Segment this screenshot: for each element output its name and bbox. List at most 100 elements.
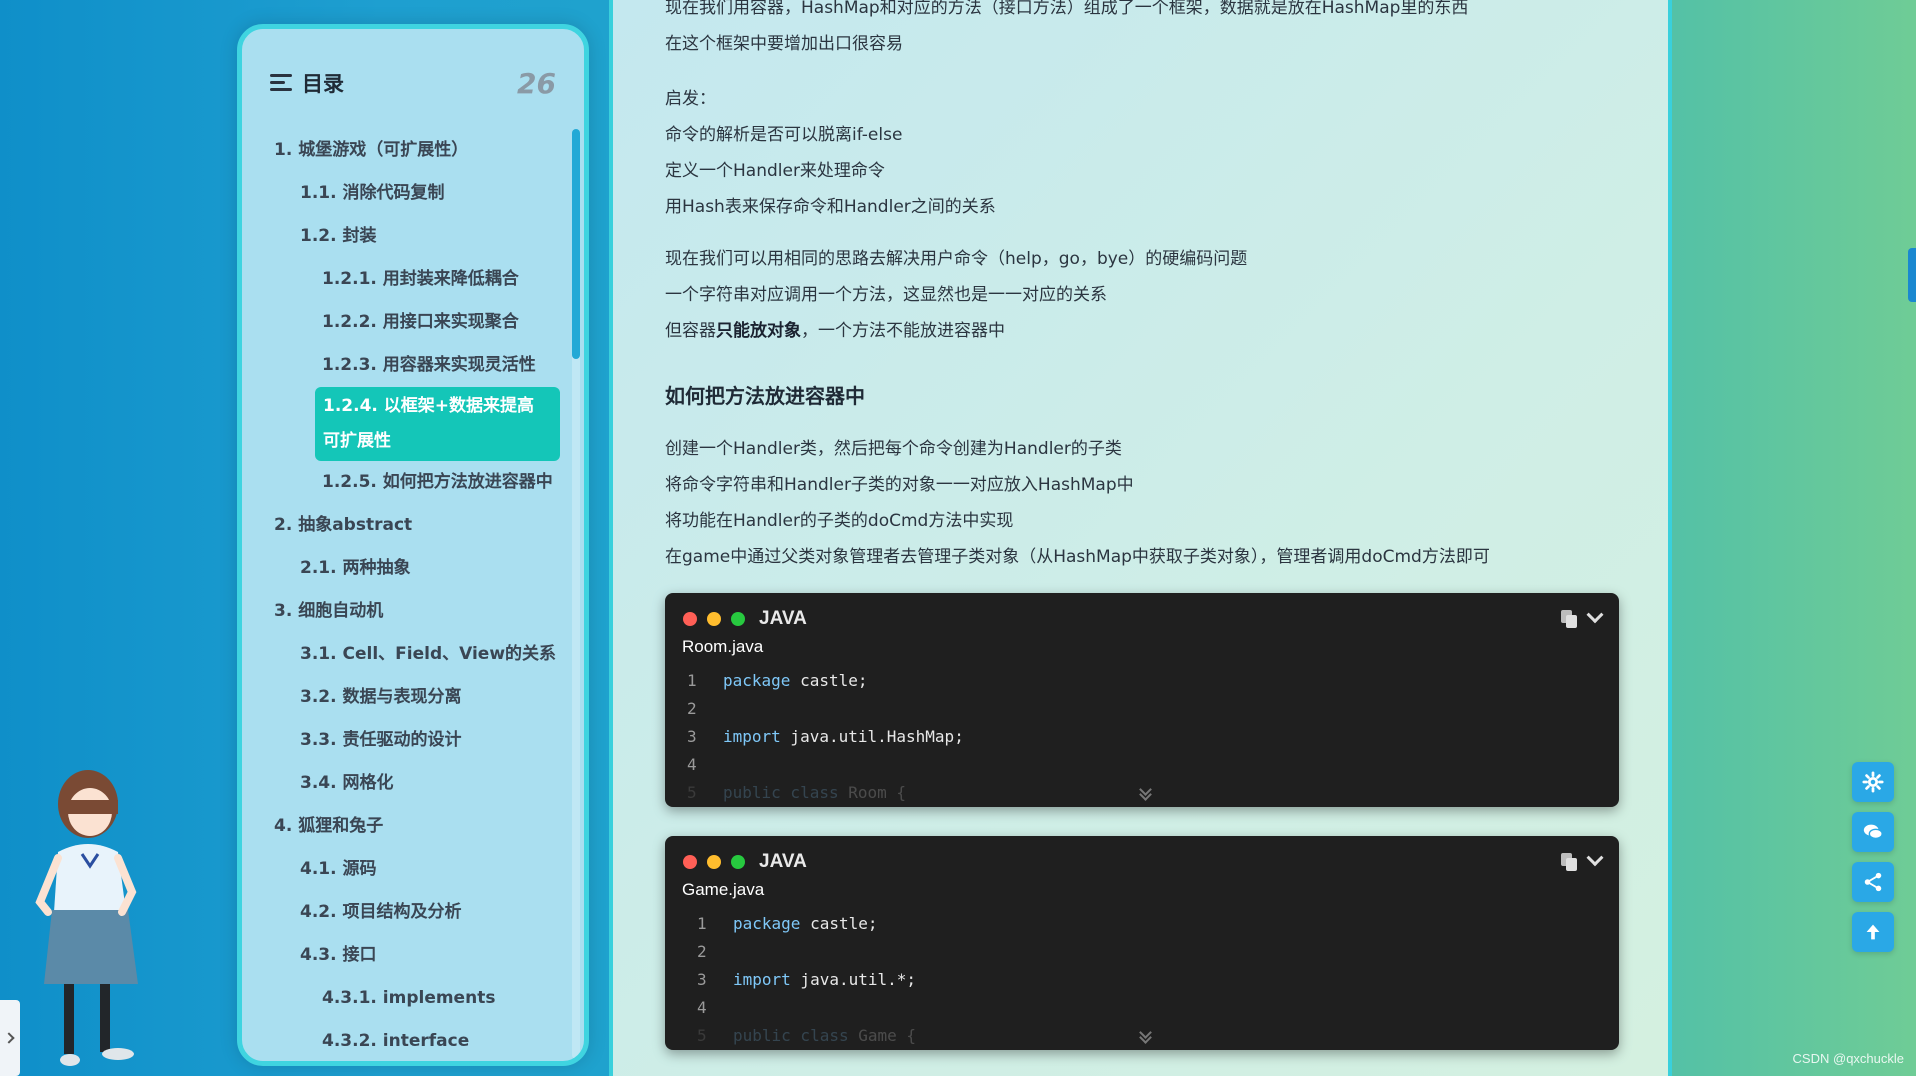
copy-icon[interactable] (1561, 853, 1577, 871)
close-dot-icon (683, 612, 697, 626)
paragraph: 在这个框架中要增加出口很容易 (665, 34, 903, 54)
toc-item[interactable]: 4.1. 源码 (242, 848, 562, 891)
toc-item[interactable]: 3. 细胞自动机 (242, 590, 562, 633)
minimize-dot-icon (707, 612, 721, 626)
line-number: 2 (687, 699, 697, 718)
paragraph: 但容器只能放对象，一个方法不能放进容器中 (665, 313, 1247, 349)
paragraph: 现在我们用容器，HashMap和对应的方法（接口方法）组成了一个框架，数据就是放… (665, 0, 1469, 18)
expand-code-icon[interactable] (1139, 783, 1153, 801)
code-keyword: import (733, 970, 791, 989)
code-text: castle; (800, 914, 878, 933)
toc-header: 目录 26 (270, 63, 556, 103)
code-keyword: package (723, 671, 791, 690)
maximize-dot-icon (731, 612, 745, 626)
line-number: 1 (697, 914, 707, 933)
toc-panel: 目录 26 1. 城堡游戏（可扩展性） 1.1. 消除代码复制 1.2. 封装 … (237, 24, 589, 1066)
code-keyword: public class (723, 783, 839, 802)
paragraph: 一个字符串对应调用一个方法，这显然也是一一对应的关系 (665, 285, 1107, 305)
toc-item[interactable]: 1.2.1. 用封装来降低耦合 (242, 258, 562, 301)
line-number: 1 (687, 671, 697, 690)
code-keyword: import (723, 727, 781, 746)
paragraph: 命令的解析是否可以脱离if-else (665, 125, 903, 145)
code-block-game: JAVA Game.java 1 package castle; 2 3 impor… (665, 836, 1619, 1050)
maximize-dot-icon (731, 855, 745, 869)
toc-item-active[interactable]: 1.2.4. 以框架+数据来提高可扩展性 (315, 387, 560, 461)
toc-item[interactable]: 4. 狐狸和兔子 (242, 805, 562, 848)
code-tools (1561, 606, 1604, 628)
code-block-room: JAVA Room.java 1 package castle; 2 3 impor… (665, 593, 1619, 807)
code-line: 2 (693, 938, 1601, 966)
toc-item[interactable]: 1. 城堡游戏（可扩展性） (242, 129, 562, 172)
watermark: CSDN @qxchuckle (1792, 1051, 1904, 1066)
toc-item[interactable]: 1.2. 封装 (242, 215, 562, 258)
toc-item[interactable]: 1.2.2. 用接口来实现聚合 (242, 301, 562, 344)
toc-item[interactable]: 4.2. 项目结构及分析 (242, 891, 562, 934)
toc-item[interactable]: 1.1. 消除代码复制 (242, 172, 562, 215)
toc-item[interactable]: 3.3. 责任驱动的设计 (242, 719, 562, 762)
toc-scrollbar-thumb[interactable] (572, 129, 580, 359)
copy-icon[interactable] (1561, 610, 1577, 628)
close-dot-icon (683, 855, 697, 869)
code-text: java.util.HashMap; (780, 727, 964, 746)
toc-item[interactable]: 2. 抽象abstract (242, 504, 562, 547)
code-line: 4 (693, 994, 1601, 1022)
toc-item[interactable]: 1.2.3. 用容器来实现灵活性 (242, 344, 562, 387)
paragraph: 创建一个Handler类，然后把每个命令创建为Handler的子类 (665, 439, 1122, 459)
toc-count: 26 (517, 66, 556, 100)
mascot-character (35, 770, 138, 1066)
line-number: 3 (687, 727, 697, 746)
line-number: 3 (697, 970, 707, 989)
right-edge-tab[interactable] (1908, 248, 1916, 302)
code-line: 3 import java.util.HashMap; (683, 723, 1601, 751)
section-heading: 如何把方法放进容器中 (665, 384, 865, 408)
code-line: 2 (683, 695, 1601, 723)
code-line: 4 (683, 751, 1601, 779)
line-number: 2 (697, 942, 707, 961)
toc-item[interactable]: 3.2. 数据与表现分离 (242, 676, 562, 719)
paragraph: 定义一个Handler来处理命令 (665, 161, 885, 181)
code-filename: Room.java (682, 637, 764, 656)
code-keyword: public class (733, 1026, 849, 1045)
line-number: 4 (697, 998, 707, 1017)
code-text: Room { (838, 783, 907, 802)
toc-item[interactable]: 4.3.1. implements (242, 977, 562, 1020)
article: 现在我们用容器，HashMap和对应的方法（接口方法）组成了一个框架，数据就是放… (609, 0, 1672, 1076)
toc-item[interactable]: 3.1. Cell、Field、View的关系 (242, 633, 562, 676)
toc-item[interactable]: 2.1. 两种抽象 (242, 547, 562, 590)
minimize-dot-icon (707, 855, 721, 869)
toc-title: 目录 (302, 72, 344, 96)
toc-item[interactable]: 3.4. 网格化 (242, 762, 562, 805)
line-number: 4 (687, 755, 697, 774)
toc-item[interactable]: 1.2.5. 如何把方法放进容器中 (242, 461, 562, 504)
text-segment: 但容器 (665, 321, 716, 341)
floating-buttons (1852, 762, 1894, 952)
code-line: 1 package castle; (693, 910, 1601, 938)
code-filename: Game.java (682, 880, 765, 899)
code-text: castle; (790, 671, 868, 690)
paragraph: 启发： (665, 89, 716, 109)
chevron-down-icon[interactable] (1586, 849, 1604, 867)
paragraph: 现在我们可以用相同的思路去解决用户命令（help，go，bye）的硬编码问题 (665, 249, 1248, 269)
gear-icon[interactable] (1852, 762, 1894, 802)
toc-item[interactable]: 4.3. 接口 (242, 934, 562, 977)
paragraph: 将功能在Handler的子类的doCmd方法中实现 (665, 511, 1014, 531)
code-language: JAVA (759, 851, 807, 872)
arrow-up-icon[interactable] (1852, 912, 1894, 952)
chat-icon[interactable] (1852, 812, 1894, 852)
text-segment: ，一个方法不能放进容器中 (801, 321, 1005, 341)
expand-code-icon[interactable] (1139, 1026, 1153, 1044)
toc-title-wrap: 目录 (270, 68, 344, 98)
code-text: Game { (848, 1026, 917, 1045)
share-icon[interactable] (1852, 862, 1894, 902)
code-line: 3 import java.util.*; (693, 966, 1601, 994)
sidebar-toggle-button[interactable] (0, 1000, 20, 1076)
chevron-down-icon[interactable] (1586, 606, 1604, 624)
code-language: JAVA (759, 608, 807, 629)
paragraph: 在game中通过父类对象管理者去管理子类对象（从HashMap中获取子类对象），… (665, 547, 1490, 567)
code-toolbar: JAVA (683, 848, 1604, 876)
paragraph: 用Hash表来保存命令和Handler之间的关系 (665, 197, 996, 217)
toc-item[interactable]: 4.3.2. interface (242, 1020, 562, 1061)
paragraph: 将命令字符串和Handler子类的对象一一对应放入HashMap中 (665, 475, 1134, 495)
code-tools (1561, 849, 1604, 871)
menu-icon[interactable] (270, 74, 292, 92)
